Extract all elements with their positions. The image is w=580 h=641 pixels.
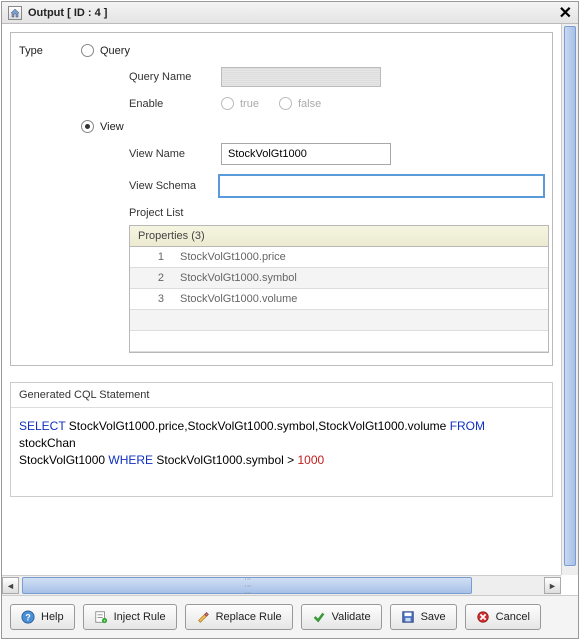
button-bar: ? Help + Inject Rule Replace Rule Valida… [2, 595, 578, 638]
help-icon: ? [21, 610, 35, 624]
table-row[interactable]: 3 StockVolGt1000.volume [130, 289, 548, 310]
titlebar: Output [ ID : 4 ] ✕ [2, 2, 578, 24]
table-row[interactable]: 2 StockVolGt1000.symbol [130, 268, 548, 289]
view-schema-input[interactable] [219, 175, 544, 197]
view-schema-label: View Schema [129, 180, 219, 192]
table-row [130, 331, 548, 352]
replace-icon [196, 610, 210, 624]
content-area: Type Query Query Name Enable true [2, 24, 578, 595]
cancel-icon [476, 610, 490, 624]
scroll-right-icon[interactable]: ► [544, 577, 561, 594]
horizontal-scrollbar[interactable]: ◄ ► [2, 575, 561, 595]
view-name-label: View Name [129, 148, 221, 160]
project-list-label: Project List [129, 207, 544, 219]
query-name-input [221, 67, 381, 87]
cancel-button[interactable]: Cancel [465, 604, 541, 630]
query-name-label: Query Name [129, 71, 221, 83]
grid-header: Properties (3) [130, 226, 548, 247]
vertical-scroll-thumb[interactable] [564, 26, 576, 566]
true-label: true [240, 98, 259, 110]
window-title: Output [ ID : 4 ] [28, 7, 107, 19]
query-subform: Query Name Enable true false [129, 67, 544, 110]
svg-text:+: + [103, 618, 106, 623]
false-label: false [298, 98, 321, 110]
table-row[interactable]: 1 StockVolGt1000.price [130, 247, 548, 268]
output-dialog: Output [ ID : 4 ] ✕ Type Query Query Nam… [1, 1, 579, 639]
radio-query[interactable] [81, 44, 94, 57]
radio-false [279, 97, 292, 110]
check-icon [312, 610, 326, 624]
inject-rule-button[interactable]: + Inject Rule [83, 604, 177, 630]
svg-text:?: ? [25, 613, 30, 623]
validate-button[interactable]: Validate [301, 604, 382, 630]
radio-query-label: Query [100, 45, 130, 57]
properties-grid: Properties (3) 1 StockVolGt1000.price 2 … [129, 225, 549, 353]
home-icon[interactable] [8, 6, 22, 20]
cql-title: Generated CQL Statement [11, 383, 552, 408]
scroll-left-icon[interactable]: ◄ [2, 577, 19, 594]
inject-icon: + [94, 610, 108, 624]
view-name-input[interactable] [221, 143, 391, 165]
view-subform: View Name View Schema Project List Prope… [129, 143, 544, 353]
type-label: Type [19, 45, 65, 57]
radio-true [221, 97, 234, 110]
replace-rule-button[interactable]: Replace Rule [185, 604, 293, 630]
radio-view[interactable] [81, 120, 94, 133]
enable-label: Enable [129, 98, 221, 110]
cql-body: SELECT StockVolGt1000.price,StockVolGt10… [11, 408, 552, 496]
help-button[interactable]: ? Help [10, 604, 75, 630]
save-icon [401, 610, 415, 624]
type-form: Type Query Query Name Enable true [10, 32, 553, 366]
save-button[interactable]: Save [390, 604, 457, 630]
vertical-scrollbar[interactable] [561, 24, 578, 575]
table-row [130, 310, 548, 331]
generated-cql-box: Generated CQL Statement SELECT StockVolG… [10, 382, 553, 497]
horizontal-scroll-thumb[interactable] [22, 577, 472, 594]
close-icon[interactable]: ✕ [559, 3, 572, 23]
radio-view-label: View [100, 121, 124, 133]
